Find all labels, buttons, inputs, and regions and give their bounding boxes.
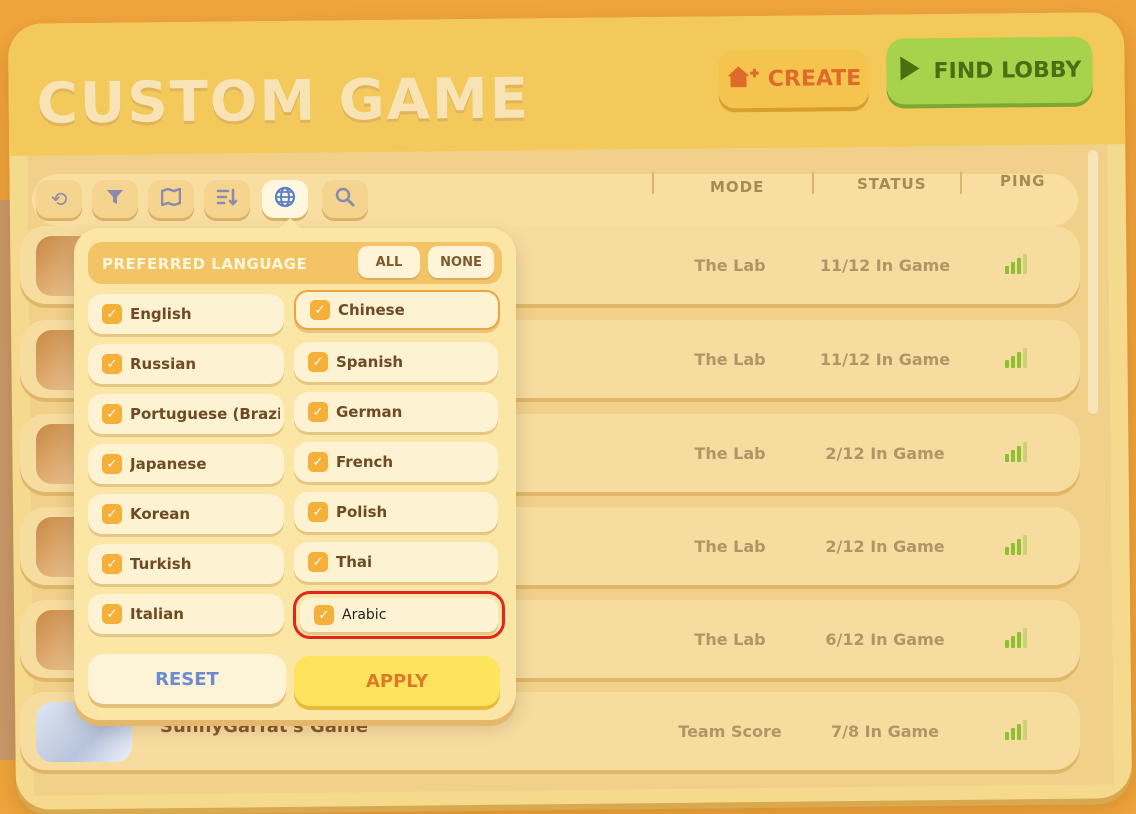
select-all-button[interactable]: ALL xyxy=(358,246,420,278)
find-lobby-button-label: FIND LOBBY xyxy=(933,57,1082,84)
lobby-mode: The Lab xyxy=(694,256,766,275)
popup-header: PREFERRED LANGUAGE ALL NONE xyxy=(88,242,502,284)
language-option-arabic[interactable]: ✓ Arabic xyxy=(293,591,505,639)
checkbox-checked-icon[interactable]: ✓ xyxy=(102,504,122,524)
filter-button[interactable] xyxy=(92,180,138,218)
language-option-korean[interactable]: ✓ Korean xyxy=(88,494,284,534)
popup-title: PREFERRED LANGUAGE xyxy=(102,255,308,273)
checkbox-checked-icon[interactable]: ✓ xyxy=(314,605,334,625)
language-label: Korean xyxy=(130,505,191,523)
lobby-mode: The Lab xyxy=(694,444,766,463)
checkbox-checked-icon[interactable]: ✓ xyxy=(308,552,328,572)
lobby-status: 2/12 In Game xyxy=(825,537,945,556)
create-button[interactable]: CREATE xyxy=(718,48,869,109)
lobby-mode: The Lab xyxy=(694,537,766,556)
ping-bars-icon xyxy=(1005,440,1029,462)
language-label: Turkish xyxy=(130,555,192,573)
checkbox-checked-icon[interactable]: ✓ xyxy=(102,354,122,374)
column-header-ping: PING xyxy=(1000,172,1046,190)
lobby-status: 7/8 In Game xyxy=(830,722,940,741)
ping-bars-icon xyxy=(1005,718,1029,740)
search-icon xyxy=(335,187,355,212)
language-label: German xyxy=(336,403,403,421)
checkbox-checked-icon[interactable]: ✓ xyxy=(308,402,328,422)
lobby-mode: Team Score xyxy=(678,722,782,741)
lobby-status: 11/12 In Game xyxy=(819,350,951,369)
ping-bars-icon xyxy=(1005,252,1029,274)
column-separator xyxy=(812,172,814,194)
checkbox-checked-icon[interactable]: ✓ xyxy=(102,454,122,474)
checkbox-checked-icon[interactable]: ✓ xyxy=(308,502,328,522)
checkbox-checked-icon[interactable]: ✓ xyxy=(308,452,328,472)
map-button[interactable] xyxy=(148,180,194,218)
language-label: Japanese xyxy=(130,455,207,473)
language-button[interactable] xyxy=(262,180,308,218)
checkbox-checked-icon[interactable]: ✓ xyxy=(102,404,122,424)
filter-icon xyxy=(106,187,124,211)
language-option-german[interactable]: ✓ German xyxy=(294,392,498,432)
page-title: CUSTOM GAME xyxy=(36,66,531,137)
column-header-mode: MODE xyxy=(710,178,765,196)
ping-bars-icon xyxy=(1005,346,1029,368)
language-label: Russian xyxy=(130,355,197,373)
language-label: Thai xyxy=(336,553,373,571)
checkbox-checked-icon[interactable]: ✓ xyxy=(308,352,328,372)
reset-button[interactable]: RESET xyxy=(88,654,286,704)
sort-button[interactable] xyxy=(204,180,250,218)
language-option-italian[interactable]: ✓ Italian xyxy=(88,594,284,634)
column-separator xyxy=(652,172,654,194)
language-option-spanish[interactable]: ✓ Spanish xyxy=(294,342,498,382)
checkbox-checked-icon[interactable]: ✓ xyxy=(102,304,122,324)
select-none-button[interactable]: NONE xyxy=(428,246,494,278)
language-label: Spanish xyxy=(336,353,404,371)
lobby-status: 11/12 In Game xyxy=(819,256,951,275)
language-option-russian[interactable]: ✓ Russian xyxy=(88,344,284,384)
language-option-portuguese-brazil[interactable]: ✓ Portuguese (Brazil) xyxy=(88,394,284,434)
language-label: Polish xyxy=(336,503,388,521)
language-option-turkish[interactable]: ✓ Turkish xyxy=(88,544,284,584)
language-label: French xyxy=(336,453,394,471)
search-button[interactable] xyxy=(322,180,368,218)
column-header-status: STATUS xyxy=(857,175,927,193)
refresh-button[interactable]: ⟲ xyxy=(36,180,82,218)
language-option-english[interactable]: ✓ English xyxy=(88,294,284,334)
language-label: Chinese xyxy=(338,301,405,319)
house-plus-icon xyxy=(726,63,760,95)
find-lobby-button[interactable]: FIND LOBBY xyxy=(886,36,1093,105)
checkbox-checked-icon[interactable]: ✓ xyxy=(310,300,330,320)
ping-bars-icon xyxy=(1005,626,1029,648)
language-label: Portuguese (Brazil) xyxy=(130,405,280,423)
lobby-status: 6/12 In Game xyxy=(825,630,945,649)
checkbox-checked-icon[interactable]: ✓ xyxy=(102,554,122,574)
refresh-icon: ⟲ xyxy=(50,187,68,211)
checkbox-checked-icon[interactable]: ✓ xyxy=(102,604,122,624)
language-label: Arabic xyxy=(342,607,387,623)
create-button-label: CREATE xyxy=(767,65,862,92)
sort-icon xyxy=(216,187,238,211)
lobby-mode: The Lab xyxy=(694,350,766,369)
lobby-status: 2/12 In Game xyxy=(825,444,945,463)
language-option-japanese[interactable]: ✓ Japanese xyxy=(88,444,284,484)
lobby-list-scrollbar[interactable] xyxy=(1088,150,1098,414)
language-option-chinese[interactable]: ✓ Chinese xyxy=(294,290,500,330)
preferred-language-popup: PREFERRED LANGUAGE ALL NONE ✓ English ✓ … xyxy=(74,218,516,720)
language-option-french[interactable]: ✓ French xyxy=(294,442,498,482)
apply-button[interactable]: APPLY xyxy=(294,656,500,706)
globe-icon xyxy=(274,186,296,213)
language-label: English xyxy=(130,305,192,323)
language-label: Italian xyxy=(130,605,184,623)
language-option-polish[interactable]: ✓ Polish xyxy=(294,492,498,532)
lobby-mode: The Lab xyxy=(694,630,766,649)
language-option-thai[interactable]: ✓ Thai xyxy=(294,542,498,582)
ping-bars-icon xyxy=(1005,533,1029,555)
column-separator xyxy=(960,172,962,194)
play-arrow-icon xyxy=(897,53,923,89)
map-icon xyxy=(160,187,182,211)
